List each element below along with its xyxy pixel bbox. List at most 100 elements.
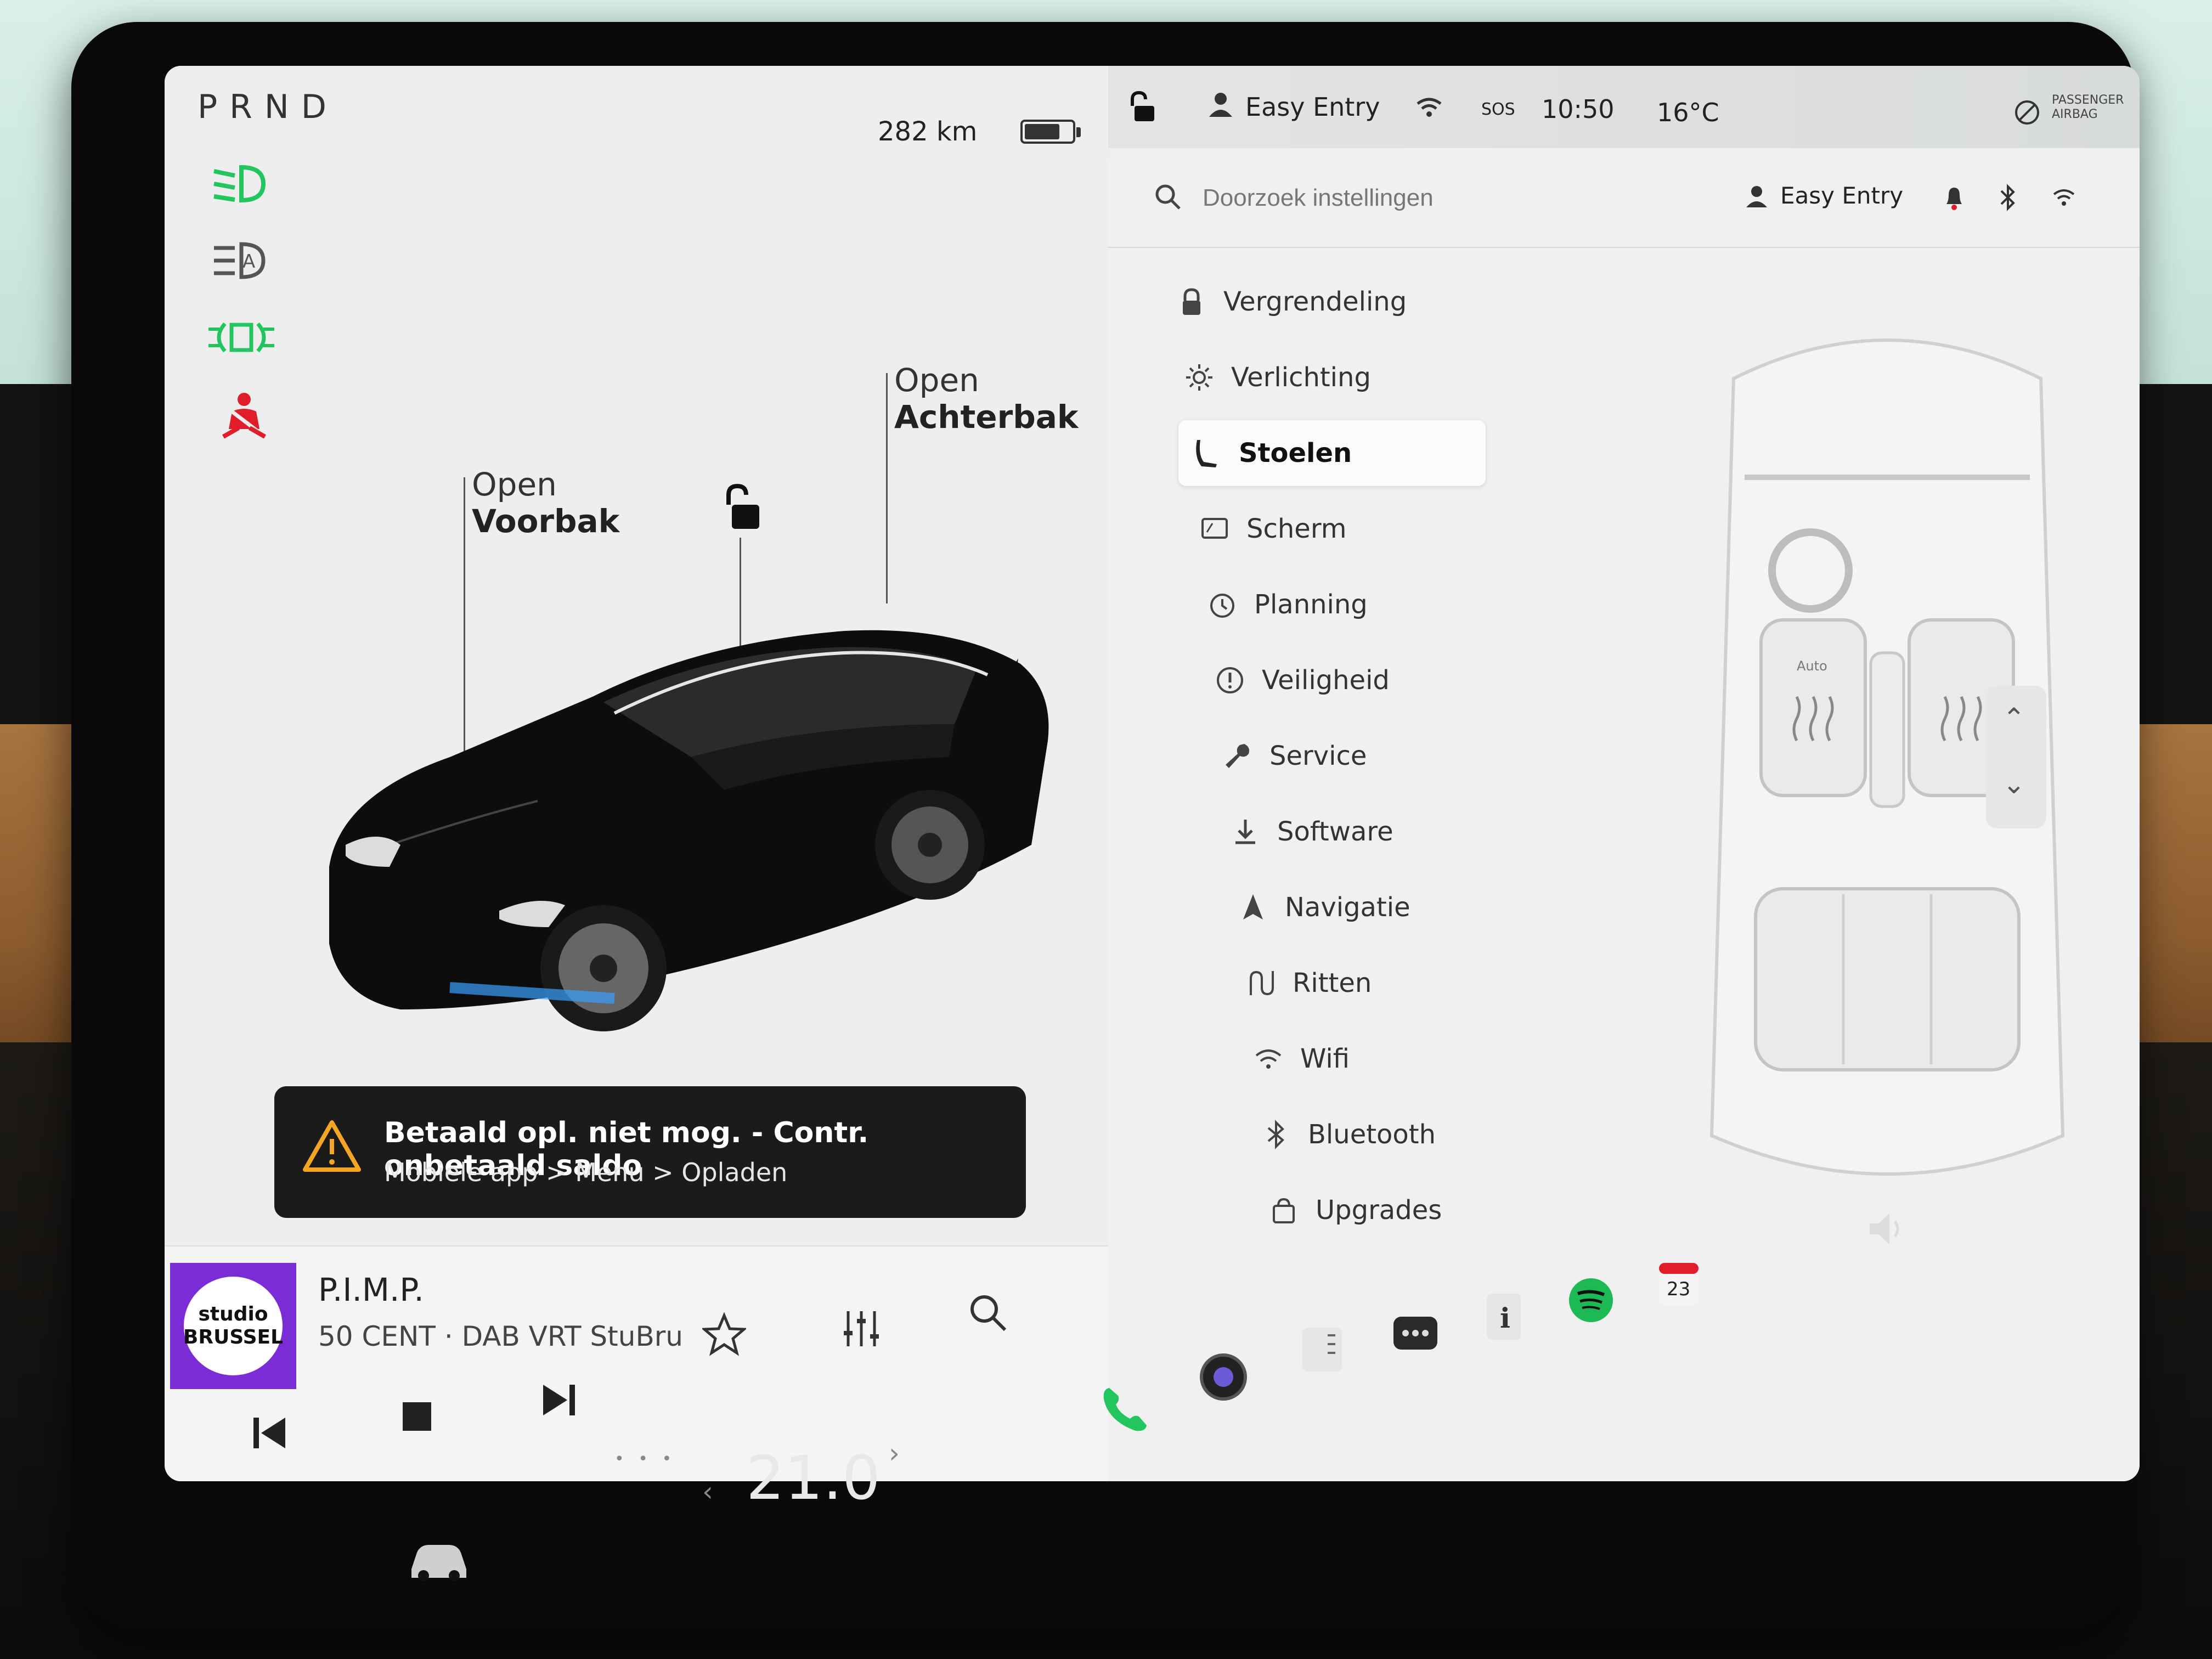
auto-high-beam-icon: A <box>208 236 274 285</box>
temp-down-button[interactable]: ‹ <box>702 1476 713 1508</box>
safety-icon <box>1215 665 1245 696</box>
settings-panel: Easy Entry Vergrendeling Verlichting Stoel… <box>1108 148 2140 1481</box>
wifi-icon[interactable] <box>2052 187 2076 208</box>
car-status-panel: PRND A 282 km Open Voorbak Open Achterba… <box>165 66 1108 1481</box>
settings-item-stoelen[interactable]: Stoelen <box>1178 420 1486 486</box>
notice-subtitle: Mobiele app > Menu > Opladen <box>384 1158 788 1187</box>
frunk-label[interactable]: Open Voorbak <box>472 466 619 539</box>
notification-bell-icon[interactable] <box>1942 184 1966 211</box>
calendar-day: 23 <box>1667 1278 1691 1300</box>
settings-item-upgrades[interactable]: Upgrades <box>1255 1177 1562 1243</box>
driver-seat-heater[interactable] <box>1758 617 1868 798</box>
settings-item-label: Planning <box>1254 589 1368 620</box>
car-controls-icon[interactable] <box>406 1536 472 1585</box>
equalizer-icon[interactable] <box>839 1307 883 1351</box>
frunk-name-text: Voorbak <box>472 502 620 540</box>
page-dots: • • • <box>614 1449 676 1469</box>
energy-app-icon[interactable] <box>1295 1322 1350 1377</box>
low-beam-icon <box>208 159 274 208</box>
settings-item-software[interactable]: Software <box>1217 799 1524 865</box>
lock-icon <box>1176 286 1207 317</box>
settings-item-planning[interactable]: Planning <box>1194 572 1501 637</box>
seatbelt-warning-icon <box>217 390 272 444</box>
profile-icon[interactable] <box>1207 91 1234 118</box>
search-icon[interactable] <box>1152 181 1183 212</box>
stop-icon[interactable] <box>395 1395 439 1438</box>
spotify-icon[interactable] <box>1564 1273 1618 1328</box>
phone-icon[interactable] <box>1097 1383 1152 1437</box>
temp-up-button[interactable]: › <box>889 1437 900 1469</box>
range-readout: 282 km <box>878 116 978 147</box>
settings-item-bluetooth[interactable]: Bluetooth <box>1248 1102 1555 1167</box>
vehicle-illustration <box>307 560 1064 1053</box>
seat-scroll-control: ⌃ ⌄ <box>1986 686 2046 828</box>
previous-track-icon[interactable] <box>247 1411 291 1455</box>
schedule-icon <box>1207 589 1238 620</box>
next-track-icon[interactable] <box>538 1378 582 1422</box>
navigation-icon <box>1238 892 1268 923</box>
calendar-icon[interactable]: 23 <box>1651 1256 1706 1311</box>
cabin-temperature[interactable]: 21.0 <box>746 1443 881 1513</box>
settings-item-label: Navigatie <box>1285 892 1410 923</box>
settings-item-scherm[interactable]: Scherm <box>1186 496 1493 562</box>
settings-item-label: Ritten <box>1293 968 1372 998</box>
manual-info-icon[interactable]: i <box>1476 1289 1531 1344</box>
display-icon <box>1199 514 1230 544</box>
bluetooth-icon[interactable] <box>1997 183 2019 212</box>
warning-icon <box>302 1119 362 1174</box>
charging-notice[interactable]: Betaald opl. niet mog. - Contr. onbetaal… <box>274 1086 1026 1218</box>
unlock-icon[interactable] <box>719 483 763 532</box>
wifi-icon <box>1253 1043 1284 1074</box>
search-icon[interactable] <box>966 1290 1009 1334</box>
outside-temperature: 16°C <box>1657 98 1719 127</box>
chevron-up-icon[interactable]: ⌃ <box>2002 702 2025 734</box>
settings-item-label: Upgrades <box>1316 1195 1442 1226</box>
settings-item-label: Software <box>1277 816 1393 847</box>
settings-item-service[interactable]: Service <box>1209 723 1516 789</box>
settings-search-input[interactable] <box>1201 178 1621 218</box>
profile-name[interactable]: Easy Entry <box>1245 92 1380 122</box>
wifi-status-icon <box>1415 96 1443 118</box>
station-logo-text: studio BRUSSEL <box>183 1277 283 1375</box>
settings-item-ritten[interactable]: Ritten <box>1232 950 1539 1016</box>
settings-item-label: Scherm <box>1246 514 1347 544</box>
passenger-airbag-status: PASSENGER AIRBAG <box>2052 93 2124 121</box>
svg-text:i: i <box>1500 1302 1510 1334</box>
unlock-status-icon[interactable] <box>1125 91 1158 123</box>
battery-icon <box>1020 120 1081 144</box>
settings-item-label: Verlichting <box>1231 362 1371 393</box>
wrench-icon <box>1222 741 1253 771</box>
artist-source: 50 CENT · DAB VRT StuBru <box>318 1321 683 1352</box>
bluetooth-icon <box>1261 1119 1291 1150</box>
settings-header: Easy Entry <box>1108 148 2140 248</box>
sos-indicator[interactable]: SOS <box>1481 100 1515 119</box>
profile-icon[interactable] <box>1745 184 1769 208</box>
volume-icon[interactable] <box>1865 1207 1909 1251</box>
settings-item-label: Service <box>1269 741 1367 771</box>
settings-item-wifi[interactable]: Wifi <box>1240 1026 1547 1092</box>
song-title: P.I.M.P. <box>318 1271 424 1308</box>
album-art[interactable]: studio BRUSSEL <box>170 1263 296 1389</box>
settings-item-veiligheid[interactable]: Veiligheid <box>1201 647 1509 713</box>
settings-item-verlichting[interactable]: Verlichting <box>1171 345 1478 410</box>
status-bar: Easy Entry SOS 10:50 16°C PASSENGER AIRB… <box>1108 66 2140 148</box>
settings-item-label: Vergrendeling <box>1223 286 1407 317</box>
trunk-open-text: Open <box>894 362 979 399</box>
media-player: studio BRUSSEL P.I.M.P. 50 CENT · DAB VR… <box>165 1245 1108 1481</box>
settings-item-vergrendeling[interactable]: Vergrendeling <box>1163 269 1470 335</box>
chevron-down-icon[interactable]: ⌄ <box>2002 768 2025 800</box>
frunk-open-text: Open <box>472 466 557 503</box>
clock: 10:50 <box>1542 94 1615 124</box>
parking-lights-icon <box>208 313 274 362</box>
settings-item-navigatie[interactable]: Navigatie <box>1224 874 1532 940</box>
camera-icon[interactable] <box>1196 1350 1251 1404</box>
airbag-icon <box>2013 99 2041 126</box>
favorite-star-icon[interactable] <box>702 1312 746 1356</box>
settings-profile-name[interactable]: Easy Entry <box>1780 182 1903 209</box>
touchscreen: PRND A 282 km Open Voorbak Open Achterba… <box>165 66 2140 1481</box>
more-apps-icon[interactable] <box>1388 1306 1443 1361</box>
light-icon <box>1184 362 1215 393</box>
trips-icon <box>1245 968 1276 998</box>
download-icon <box>1230 816 1261 847</box>
trunk-label[interactable]: Open Achterbak <box>894 362 1078 435</box>
